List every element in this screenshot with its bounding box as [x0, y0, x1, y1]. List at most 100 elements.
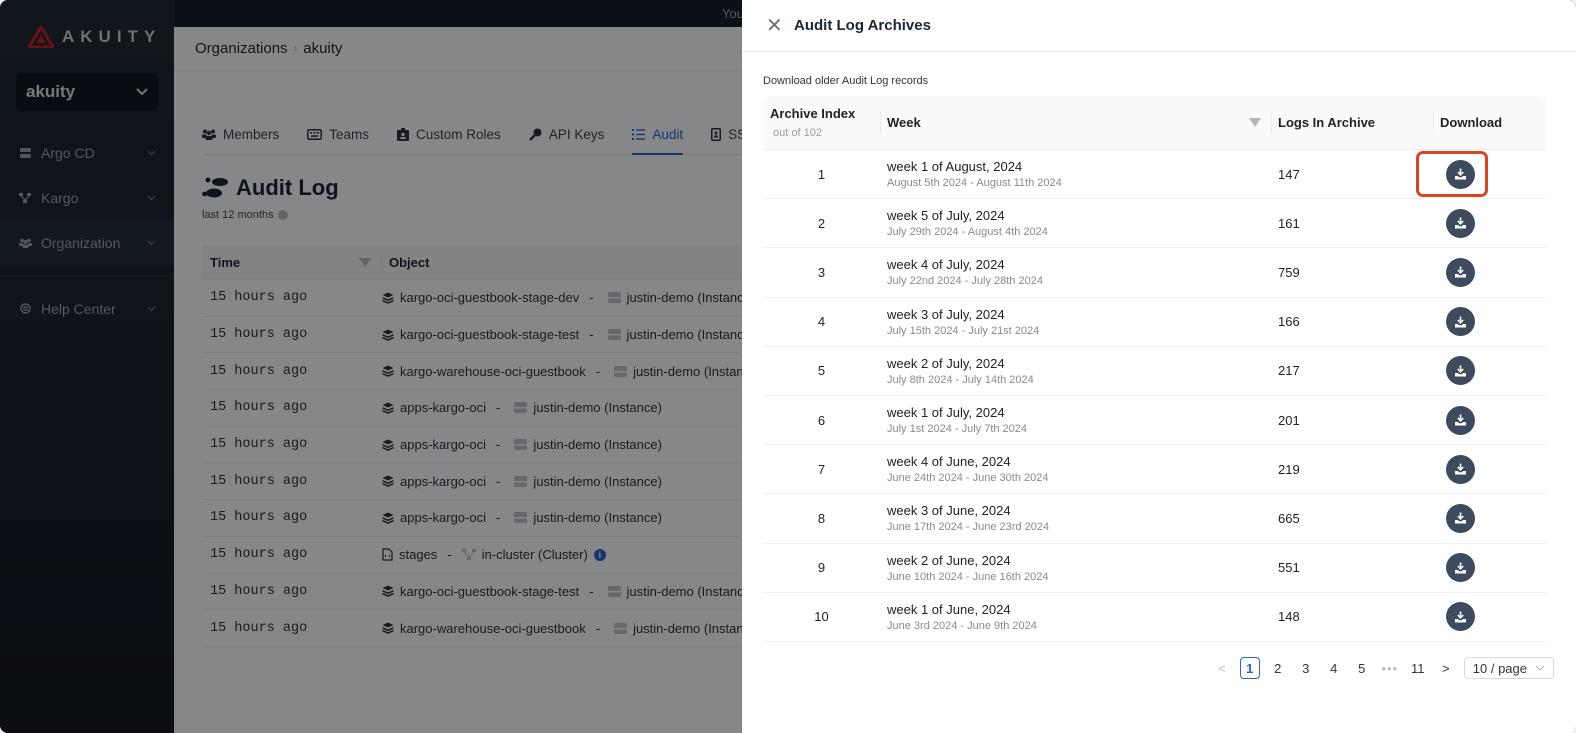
audit-object-target[interactable]: justin-demo (Instance) [533, 510, 662, 525]
audit-object-target[interactable]: justin-demo (Instance) [533, 400, 662, 415]
download-button[interactable] [1446, 553, 1475, 583]
download-button[interactable] [1446, 602, 1475, 632]
audit-object-target[interactable]: in-cluster (Cluster) [482, 547, 588, 562]
archive-row: 6 week 1 of July, 2024 July 1st 2024 - J… [763, 396, 1546, 446]
chevron-down-icon [147, 195, 156, 200]
download-icon [1455, 562, 1466, 574]
audit-object-name[interactable]: kargo-oci-guestbook-stage-dev [400, 290, 579, 305]
organization-selector[interactable]: akuity [16, 73, 158, 111]
download-button[interactable] [1446, 356, 1475, 386]
server-icon [18, 147, 32, 158]
filter-icon[interactable] [1249, 118, 1261, 127]
drawer-header: ✕ Audit Log Archives [742, 0, 1576, 52]
audit-object-target[interactable]: justin-demo (Instance) [627, 327, 756, 342]
audit-table-row[interactable]: 15 hours ago apps-kargo-oci - justin-dem… [202, 500, 762, 537]
audit-object-target[interactable]: justin-demo (Instance) [627, 584, 756, 599]
breadcrumb-organizations[interactable]: Organizations [195, 40, 288, 57]
audit-table-row[interactable]: 15 hours ago kargo-oci-guestbook-stage-d… [202, 280, 762, 317]
audit-object-name[interactable]: kargo-oci-guestbook-stage-test [400, 584, 579, 599]
close-icon[interactable]: ✕ [766, 16, 783, 36]
chevron-down-icon [136, 88, 148, 96]
tab-audit[interactable]: Audit [632, 120, 684, 155]
tab-api-keys[interactable]: API Keys [528, 120, 604, 148]
pagination-jump-next[interactable]: ••• [1380, 657, 1400, 679]
audit-table-row[interactable]: 15 hours ago apps-kargo-oci - justin-dem… [202, 463, 762, 501]
page-size-select[interactable]: 10 / page [1463, 657, 1554, 679]
archives-table: Archive Index out of 102 Week Logs In Ar… [763, 96, 1546, 642]
audit-time: 15 hours ago [210, 290, 308, 306]
audit-object-name[interactable]: apps-kargo-oci [400, 400, 486, 415]
info-icon[interactable]: i [593, 548, 606, 561]
pagination-prev[interactable]: < [1212, 657, 1232, 679]
breadcrumb-current: akuity [303, 40, 343, 57]
pagination-page-last[interactable]: 11 [1408, 657, 1428, 679]
filter-icon[interactable] [359, 257, 371, 267]
download-button[interactable] [1446, 307, 1475, 337]
audit-object-name[interactable]: apps-kargo-oci [400, 510, 486, 525]
tab-teams[interactable]: Teams [307, 120, 369, 148]
audit-table-row[interactable]: 15 hours ago apps-kargo-oci - justin-dem… [202, 390, 762, 427]
audit-table-row[interactable]: 15 hours ago kargo-oci-guestbook-stage-t… [202, 317, 762, 354]
audit-object-name[interactable]: stages [399, 547, 437, 562]
tab-custom-roles[interactable]: Custom Roles [397, 120, 501, 148]
tab-label: Audit [652, 126, 684, 142]
audit-object-separator: - [589, 290, 594, 306]
audit-table-row[interactable]: 15 hours ago kargo-warehouse-oci-guestbo… [202, 610, 762, 647]
archive-week: week 5 of July, 2024 July 29th 2024 - Au… [880, 208, 1271, 238]
pagination-page-2[interactable]: 2 [1268, 657, 1288, 679]
breadcrumb-separator-icon: › [293, 42, 298, 55]
audit-object-name[interactable]: apps-kargo-oci [400, 474, 486, 489]
akuity-logo[interactable]: AKUITY [28, 26, 161, 48]
archive-log-count: 201 [1278, 412, 1300, 428]
audit-time: 15 hours ago [210, 437, 308, 453]
pagination-page-3[interactable]: 3 [1296, 657, 1316, 679]
archive-log-count: 759 [1278, 264, 1300, 280]
audit-time: 15 hours ago [210, 547, 308, 563]
users-icon [18, 238, 32, 248]
audit-object-target[interactable]: justin-demo (Instance) [533, 437, 662, 452]
audit-table-row[interactable]: 15 hours ago apps-kargo-oci - justin-dem… [202, 427, 762, 464]
audit-table-row[interactable]: 15 hours ago kargo-warehouse-oci-guestbo… [202, 353, 762, 391]
time-range-label: last 12 months [202, 209, 288, 221]
audit-object-name[interactable]: kargo-warehouse-oci-guestbook [400, 364, 586, 379]
layers-icon [382, 439, 394, 451]
sidebar-item-kargo[interactable]: Kargo [0, 175, 174, 220]
download-icon [1455, 316, 1466, 328]
pagination-next[interactable]: > [1436, 657, 1456, 679]
archive-date-range: July 22nd 2024 - July 28th 2024 [887, 275, 1043, 288]
audit-table-row[interactable]: 15 hours ago stages - in-cluster (Cluste… [202, 537, 762, 574]
sidebar-item-organization[interactable]: Organization [0, 220, 174, 265]
audit-object: kargo-oci-guestbook-stage-dev - justin-d… [382, 290, 755, 305]
archive-week-label: week 1 of June, 2024 [887, 601, 1011, 617]
download-button[interactable] [1446, 257, 1475, 287]
audit-object-name[interactable]: kargo-oci-guestbook-stage-test [400, 327, 579, 342]
audit-object-name[interactable]: kargo-warehouse-oci-guestbook [400, 621, 586, 636]
audit-table-row[interactable]: 15 hours ago kargo-oci-guestbook-stage-t… [202, 574, 762, 611]
pagination-page-4[interactable]: 4 [1324, 657, 1344, 679]
archive-log-count: 551 [1278, 560, 1300, 576]
download-button[interactable] [1446, 405, 1475, 435]
sidebar-item-argo-cd[interactable]: Argo CD [0, 130, 174, 175]
pagination-page-1[interactable]: 1 [1239, 657, 1260, 679]
file-code-icon [382, 548, 393, 561]
audit-object: kargo-oci-guestbook-stage-test - justin-… [382, 584, 755, 599]
user-menu[interactable]: You [722, 6, 744, 21]
audit-object-target[interactable]: justin-demo (Instance) [533, 474, 662, 489]
download-button[interactable] [1446, 208, 1475, 238]
column-header-label: Week [887, 115, 921, 130]
tab-members[interactable]: Members [202, 120, 279, 148]
info-icon[interactable] [277, 210, 288, 220]
archive-index: 2 [817, 215, 826, 231]
pagination-page-5[interactable]: 5 [1352, 657, 1372, 679]
archive-log-count: 161 [1278, 215, 1300, 231]
audit-object-name[interactable]: apps-kargo-oci [400, 437, 486, 452]
column-header-label: Archive Index [770, 106, 856, 121]
archive-log-count: 217 [1278, 363, 1300, 379]
download-button[interactable] [1446, 503, 1475, 533]
sidebar-item-help-center[interactable]: Help Center [0, 286, 174, 331]
archive-week-label: week 1 of July, 2024 [887, 405, 1005, 421]
audit-object-separator: - [447, 547, 452, 563]
archive-download-cell [1433, 248, 1546, 296]
download-button[interactable] [1446, 454, 1475, 484]
audit-object-target[interactable]: justin-demo (Instance) [627, 290, 756, 305]
